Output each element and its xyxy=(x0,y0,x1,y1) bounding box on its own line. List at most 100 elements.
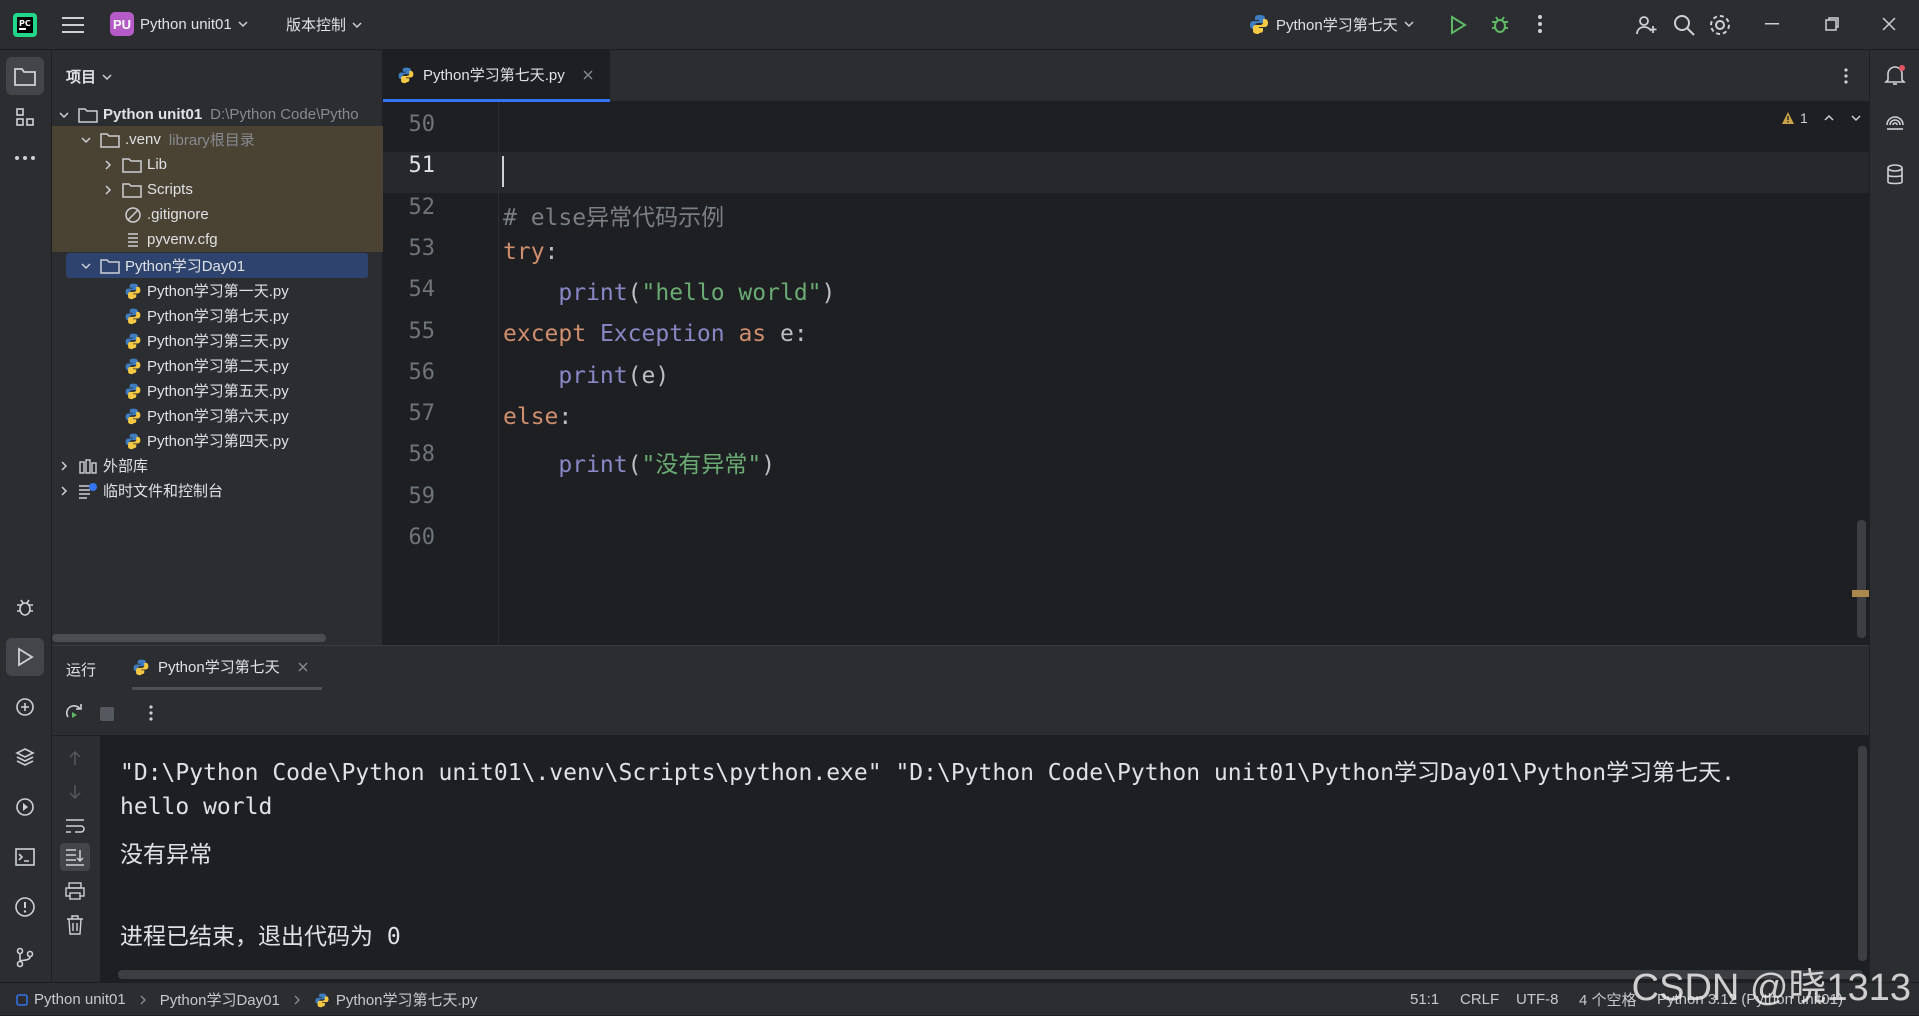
code-line-56[interactable]: print(e) xyxy=(503,363,669,389)
line-ending[interactable]: CRLF xyxy=(1460,983,1499,1016)
vcs-menu[interactable]: 版本控制 xyxy=(286,14,362,35)
line-number[interactable]: 60 xyxy=(383,525,436,550)
tree-item-file[interactable]: Python学习第七天.py xyxy=(52,303,383,328)
more-actions-icon[interactable] xyxy=(1537,14,1543,34)
code-with-me-icon[interactable] xyxy=(1634,13,1658,37)
line-number[interactable]: 57 xyxy=(383,401,436,426)
tree-item-file[interactable]: Python学习第五天.py xyxy=(52,378,383,403)
line-number[interactable]: 51 xyxy=(383,153,436,178)
notifications-bell-icon[interactable] xyxy=(1883,63,1907,87)
tab-options-icon[interactable] xyxy=(1843,67,1849,85)
settings-gear-icon[interactable] xyxy=(1708,13,1732,37)
restore-window-icon[interactable] xyxy=(1825,17,1839,31)
chevron-down-icon xyxy=(59,111,69,118)
tree-item-gitignore[interactable]: .gitignore xyxy=(52,202,383,227)
line-number[interactable]: 54 xyxy=(383,277,436,302)
debug-icon[interactable] xyxy=(1489,13,1511,35)
chevron-right-icon xyxy=(140,995,146,1004)
tree-root[interactable]: Python unit01 D:\Python Code\Pytho xyxy=(52,102,383,127)
line-number[interactable]: 50 xyxy=(383,112,436,137)
chevron-down-icon[interactable] xyxy=(1850,112,1862,124)
tree-item-file[interactable]: Python学习第四天.py xyxy=(52,428,383,453)
tree-item-scripts[interactable]: Scripts xyxy=(52,177,383,202)
editor-tab-active[interactable]: Python学习第七天.py xyxy=(383,50,610,102)
project-switcher[interactable]: PU Python unit01 xyxy=(110,12,248,36)
scroll-down-icon[interactable] xyxy=(68,784,82,800)
code-line-54[interactable]: print("hello world") xyxy=(503,280,835,306)
tree-item-day-folder[interactable]: Python学习Day01 xyxy=(52,253,383,278)
tree-item-scratches[interactable]: 临时文件和控制台 xyxy=(52,478,383,503)
line-number[interactable]: 59 xyxy=(383,484,436,509)
console-vertical-scrollbar[interactable] xyxy=(1858,746,1867,961)
scroll-to-end-button[interactable] xyxy=(60,843,90,871)
more-tools-button[interactable] xyxy=(6,139,44,177)
tree-item-pyvenv[interactable]: pyvenv.cfg xyxy=(52,227,383,252)
tree-item-external-libs[interactable]: 外部库 xyxy=(52,453,383,478)
ai-assistant-icon[interactable] xyxy=(1883,113,1907,137)
problems-tool-button[interactable] xyxy=(6,888,44,926)
project-tool-button[interactable] xyxy=(6,57,44,95)
file-encoding[interactable]: UTF-8 xyxy=(1516,983,1559,1016)
git-tool-button[interactable] xyxy=(6,938,44,976)
indent-setting[interactable]: 4 个空格 xyxy=(1579,983,1637,1016)
code-line-52[interactable]: # else异常代码示例 xyxy=(503,198,724,232)
line-number[interactable]: 53 xyxy=(383,236,436,261)
breadcrumb-item[interactable]: Python学习Day01 xyxy=(160,989,280,1010)
minimize-window-icon[interactable] xyxy=(1765,22,1779,26)
line-number[interactable]: 52 xyxy=(383,195,436,220)
python-file-icon xyxy=(125,358,141,374)
horizontal-scrollbar[interactable] xyxy=(52,634,326,642)
editor-vertical-scrollbar[interactable] xyxy=(1857,520,1866,638)
close-tab-icon[interactable] xyxy=(583,70,593,80)
code-line-58[interactable]: print("没有异常") xyxy=(503,445,775,479)
print-icon[interactable] xyxy=(65,882,85,900)
run-config-selector[interactable]: Python学习第七天 xyxy=(1248,13,1414,35)
tree-item-file[interactable]: Python学习第六天.py xyxy=(52,403,383,428)
main-menu-icon[interactable] xyxy=(62,15,84,35)
database-icon[interactable] xyxy=(1883,163,1907,187)
debug-tool-button[interactable] xyxy=(6,588,44,626)
app-logo-icon[interactable]: PC xyxy=(12,12,38,38)
clear-trash-icon[interactable] xyxy=(66,915,84,935)
line-number[interactable]: 58 xyxy=(383,442,436,467)
breadcrumb-item[interactable]: Python unit01 xyxy=(34,991,126,1008)
scroll-up-icon[interactable] xyxy=(68,750,82,766)
structure-tool-button[interactable] xyxy=(6,98,44,136)
project-badge: PU xyxy=(110,12,134,36)
caret-position[interactable]: 51:1 xyxy=(1410,983,1439,1016)
project-panel-header[interactable]: 项目 xyxy=(66,66,112,87)
inspection-widget[interactable]: 1 xyxy=(1781,110,1862,126)
services-tool-button[interactable] xyxy=(6,788,44,826)
code-line-57[interactable]: else: xyxy=(503,404,572,430)
run-tool-button[interactable] xyxy=(6,638,44,676)
chevron-up-icon[interactable] xyxy=(1823,112,1835,124)
breadcrumb-item[interactable]: Python学习第七天.py xyxy=(336,989,478,1010)
tree-item-file[interactable]: Python学习第三天.py xyxy=(52,328,383,353)
chevron-right-icon xyxy=(61,460,68,471)
console-horizontal-scrollbar[interactable] xyxy=(118,970,1863,979)
soft-wrap-icon[interactable] xyxy=(65,818,85,834)
rerun-icon[interactable] xyxy=(64,703,84,723)
terminal-tool-button[interactable] xyxy=(6,838,44,876)
run-tab[interactable]: Python学习第七天 xyxy=(132,646,322,690)
run-icon[interactable] xyxy=(1448,14,1468,36)
warning-stripe-marker[interactable] xyxy=(1852,590,1869,597)
code-line-53[interactable]: try: xyxy=(503,239,558,265)
line-number[interactable]: 55 xyxy=(383,319,436,344)
tree-item-venv[interactable]: .venv library根目录 xyxy=(52,127,383,152)
python-console-button[interactable] xyxy=(6,688,44,726)
code-line-55[interactable]: except Exception as e: xyxy=(503,321,808,347)
layers-icon xyxy=(15,748,35,766)
scratches-label: 临时文件和控制台 xyxy=(103,483,224,500)
close-tab-icon[interactable] xyxy=(298,662,308,672)
stop-icon[interactable] xyxy=(100,707,114,721)
line-number[interactable]: 56 xyxy=(383,360,436,385)
close-window-icon[interactable] xyxy=(1882,17,1896,31)
tree-item-file[interactable]: Python学习第一天.py xyxy=(52,278,383,303)
packages-tool-button[interactable] xyxy=(6,738,44,776)
tree-item-file[interactable]: Python学习第二天.py xyxy=(52,353,383,378)
run-more-icon[interactable] xyxy=(148,704,154,722)
search-icon[interactable] xyxy=(1672,13,1696,37)
tree-item-lib[interactable]: Lib xyxy=(52,152,383,177)
vcs-label: 版本控制 xyxy=(286,17,347,34)
